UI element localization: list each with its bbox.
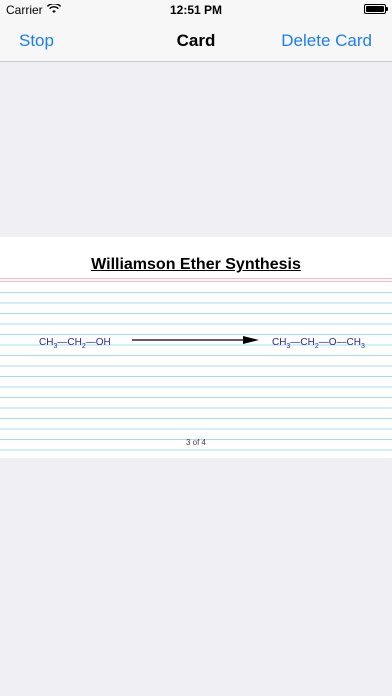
status-bar: Carrier 12:51 PM xyxy=(0,0,392,20)
formula-part: —CH xyxy=(57,337,81,348)
battery-icon xyxy=(364,4,388,14)
status-time: 12:51 PM xyxy=(169,3,223,17)
navigation-bar: Stop Card Delete Card xyxy=(0,20,392,62)
card-title: Williamson Ether Synthesis xyxy=(91,256,301,273)
formula-subscript: 3 xyxy=(361,343,365,350)
formula-part: —OH xyxy=(86,337,111,348)
formula-part: CH xyxy=(39,337,53,348)
battery-fill xyxy=(366,6,384,12)
reactant-formula: CH3​—CH2​—OH xyxy=(39,337,111,350)
flash-card[interactable]: Williamson Ether Synthesis CH3​—CH2​—OH … xyxy=(0,237,392,458)
delete-card-button[interactable]: Delete Card xyxy=(281,31,372,51)
product-formula: CH3​—CH2​—O—CH3​ xyxy=(272,337,365,350)
formula-part: —CH xyxy=(290,337,314,348)
reaction-scheme: CH3​—CH2​—OH CH3​—CH2​—O—CH3​ xyxy=(39,336,365,350)
formula-part: CH xyxy=(272,337,286,348)
formula-part: —O—CH xyxy=(319,337,361,348)
battery-tip xyxy=(386,7,388,11)
page-indicator: 3 of 4 xyxy=(185,438,206,447)
reaction-arrow xyxy=(132,336,259,344)
